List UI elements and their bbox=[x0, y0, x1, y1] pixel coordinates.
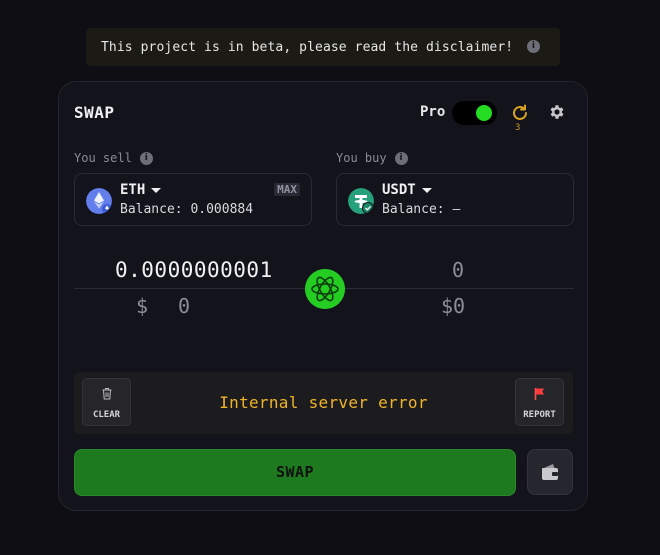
banner-text: This project is in beta, please read the… bbox=[101, 39, 514, 55]
status-bar: CLEAR Internal server error REPORT bbox=[74, 372, 573, 434]
error-message: Internal server error bbox=[219, 393, 428, 412]
flag-icon bbox=[534, 388, 544, 400]
wallet-icon bbox=[542, 464, 558, 480]
sell-usd-value: $ 0 bbox=[136, 294, 191, 318]
pro-toggle[interactable] bbox=[452, 101, 497, 125]
pro-label: Pro bbox=[420, 104, 446, 120]
sell-token-selector[interactable]: ETH Balance: 0.000884 MAX bbox=[74, 173, 312, 226]
eth-token-icon bbox=[86, 188, 112, 214]
max-button[interactable]: MAX bbox=[274, 183, 300, 196]
sell-token-name[interactable]: ETH bbox=[120, 182, 162, 198]
wallet-button[interactable] bbox=[527, 449, 573, 495]
chevron-down-icon bbox=[421, 187, 432, 193]
sell-label: You sell i bbox=[74, 151, 153, 165]
usdt-token-icon bbox=[348, 188, 374, 214]
swap-card: SWAP Pro 3 You sell i You buy i ETH Bala… bbox=[58, 81, 588, 511]
beta-banner: This project is in beta, please read the… bbox=[86, 28, 560, 66]
chevron-down-icon bbox=[151, 187, 162, 193]
toggle-knob bbox=[476, 105, 492, 121]
sell-amount-input[interactable]: 0.0000000001 bbox=[115, 258, 273, 282]
refresh-count: 3 bbox=[515, 123, 521, 133]
buy-amount-output: 0 bbox=[452, 258, 465, 282]
buy-label: You buy i bbox=[336, 151, 408, 165]
info-icon[interactable]: i bbox=[139, 151, 153, 165]
buy-balance: Balance: — bbox=[382, 202, 461, 217]
buy-usd-value: $0 bbox=[441, 294, 466, 318]
page-title: SWAP bbox=[74, 103, 115, 122]
atom-logo-icon[interactable] bbox=[305, 269, 345, 309]
report-button[interactable]: REPORT bbox=[515, 378, 564, 426]
sell-balance: Balance: 0.000884 bbox=[120, 202, 254, 217]
gear-icon[interactable] bbox=[548, 103, 566, 121]
buy-token-selector[interactable]: USDT Balance: — bbox=[336, 173, 574, 226]
swap-button[interactable]: SWAP bbox=[74, 449, 516, 496]
info-icon[interactable]: i bbox=[394, 151, 408, 165]
info-icon[interactable]: i bbox=[527, 40, 540, 53]
refresh-icon[interactable] bbox=[510, 103, 530, 123]
buy-token-name[interactable]: USDT bbox=[382, 182, 432, 198]
